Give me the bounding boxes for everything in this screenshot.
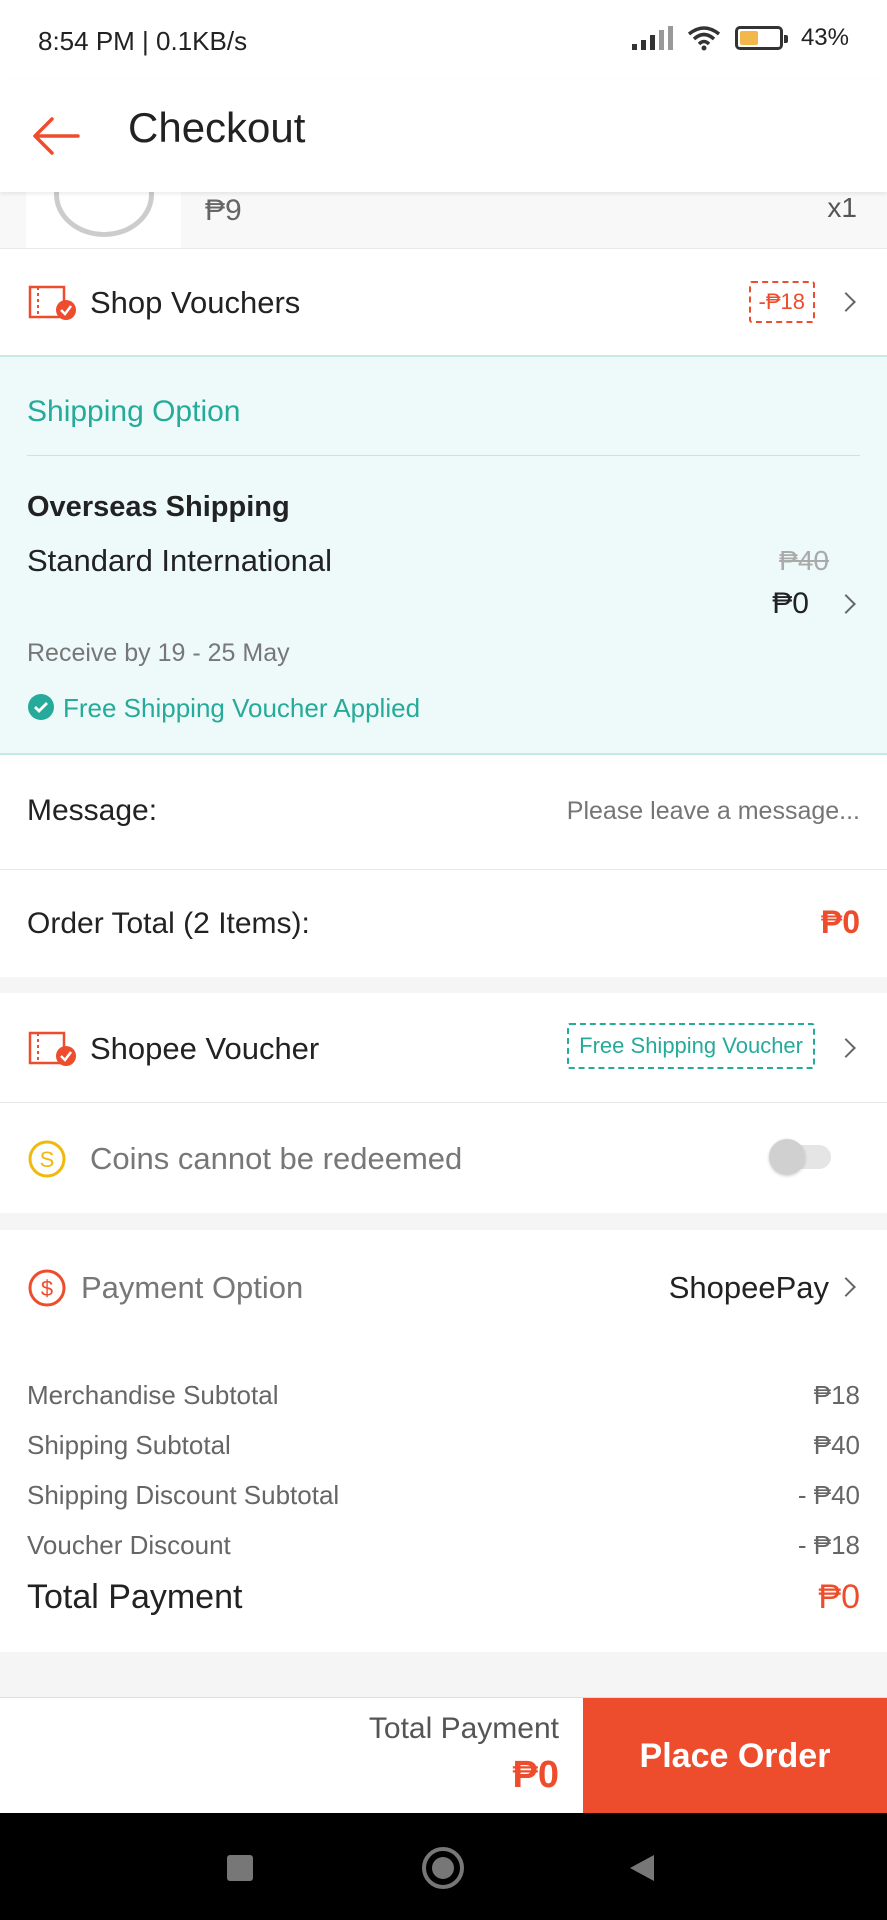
svg-text:$: $	[41, 1276, 53, 1301]
free-shipping-applied: Free Shipping Voucher Applied	[63, 693, 421, 723]
order-total-label: Order Total (2 Items):	[27, 907, 310, 940]
shopee-voucher-label: Shopee Voucher	[90, 1031, 320, 1066]
payment-summary: Merchandise Subtotal ₱18 Shipping Subtot…	[0, 1342, 887, 1652]
order-total-row: Order Total (2 Items): ₱0	[0, 870, 887, 977]
message-label: Message:	[27, 794, 158, 827]
voucher-icon	[28, 285, 76, 320]
free-shipping-voucher-tag: Free Shipping Voucher	[567, 1023, 815, 1069]
shipping-section-title: Shipping Option	[27, 395, 241, 428]
shipping-price: ₱0	[772, 587, 809, 620]
signal-icon	[631, 26, 673, 50]
coins-toggle[interactable]	[769, 1139, 831, 1175]
total-payment-value: ₱0	[818, 1578, 860, 1616]
shop-vouchers-row[interactable]: Shop Vouchers -₱18	[0, 248, 887, 355]
product-item[interactable]: ₱9 x1	[0, 192, 887, 248]
product-quantity: x1	[827, 192, 857, 223]
summary-value: ₱40	[813, 1430, 860, 1460]
summary-label: Merchandise Subtotal	[27, 1380, 279, 1410]
message-row: Message:	[0, 755, 887, 870]
shop-vouchers-label: Shop Vouchers	[90, 285, 301, 320]
payment-method: ShopeePay	[668, 1270, 829, 1305]
back-arrow-icon[interactable]	[30, 110, 82, 162]
svg-text:S: S	[40, 1147, 55, 1172]
status-bar: 8:54 PM | 0.1KB/s 43%	[0, 0, 887, 80]
chevron-right-icon	[836, 1277, 856, 1297]
shopee-voucher-row[interactable]: Shopee Voucher Free Shipping Voucher	[0, 993, 887, 1103]
status-time: 8:54 PM | 0.1KB/s	[38, 26, 248, 56]
page-title: Checkout	[128, 104, 306, 151]
summary-value: ₱18	[813, 1380, 860, 1410]
summary-value: - ₱40	[797, 1480, 860, 1510]
chevron-right-icon	[836, 292, 856, 312]
chevron-right-icon	[836, 594, 856, 614]
shop-voucher-tag: -₱18	[748, 281, 815, 323]
shipping-option-section[interactable]: Shipping Option Overseas Shipping Standa…	[0, 355, 887, 755]
back-triangle-icon[interactable]	[628, 1853, 656, 1883]
battery-percent: 43%	[800, 24, 849, 51]
header: Checkout	[0, 80, 887, 192]
place-order-button[interactable]: Place Order	[583, 1698, 887, 1814]
product-thumbnail	[26, 192, 181, 248]
bottom-total-label: Total Payment	[368, 1712, 559, 1745]
chevron-right-icon	[836, 1038, 856, 1058]
shipping-service: Standard International	[27, 543, 333, 578]
shipping-original-price: ₱40	[779, 545, 829, 576]
payment-option-row[interactable]: $ Payment Option ShopeePay	[0, 1230, 887, 1342]
coins-label: Coins cannot be redeemed	[90, 1141, 463, 1176]
receive-date: Receive by 19 - 25 May	[27, 639, 290, 667]
check-circle-icon	[28, 694, 54, 720]
message-input[interactable]	[430, 785, 860, 837]
bottom-bar: Total Payment ₱0 Place Order	[0, 1697, 887, 1814]
shipping-method: Overseas Shipping	[27, 491, 290, 523]
payment-option-label: Payment Option	[81, 1270, 304, 1305]
payment-dollar-icon: $	[28, 1269, 66, 1307]
bottom-total-value: ₱0	[512, 1754, 559, 1796]
recents-square-icon[interactable]	[227, 1855, 253, 1881]
home-circle-icon[interactable]	[420, 1845, 466, 1891]
voucher-icon	[28, 1031, 76, 1066]
summary-label: Shipping Subtotal	[27, 1430, 231, 1460]
order-total-value: ₱0	[820, 904, 860, 940]
total-payment-label: Total Payment	[27, 1578, 243, 1616]
summary-label: Shipping Discount Subtotal	[27, 1480, 340, 1510]
product-price: ₱9	[205, 194, 242, 227]
battery-icon	[734, 26, 788, 50]
wifi-icon	[687, 26, 721, 51]
system-nav-bar	[0, 1813, 887, 1920]
summary-label: Voucher Discount	[27, 1530, 231, 1560]
coin-icon: S	[28, 1140, 66, 1178]
summary-value: - ₱18	[797, 1530, 860, 1560]
coins-row: S Coins cannot be redeemed	[0, 1103, 887, 1213]
